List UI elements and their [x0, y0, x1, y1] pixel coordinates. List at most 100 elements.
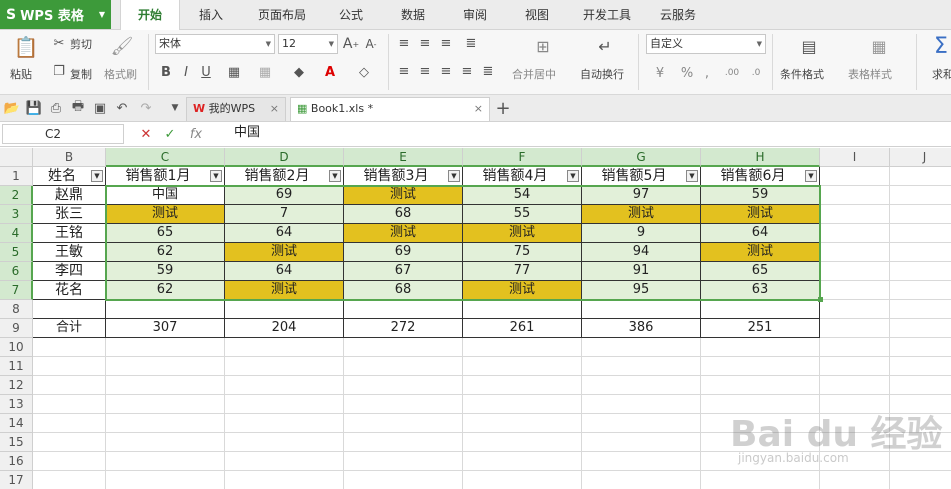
data-cell[interactable]: 59: [701, 186, 820, 205]
data-cell[interactable]: 91: [582, 262, 701, 281]
redo-icon[interactable]: ↷: [138, 100, 154, 116]
grid-cell[interactable]: [890, 243, 951, 262]
grid-cell[interactable]: [582, 433, 701, 452]
data-cell[interactable]: 7: [225, 205, 344, 224]
font-family-select[interactable]: 宋体 ▼: [155, 34, 275, 54]
sum-button[interactable]: 求和: [932, 66, 951, 82]
underline-icon[interactable]: U: [198, 62, 214, 82]
grid-cell[interactable]: [820, 338, 890, 357]
grid-cell[interactable]: [225, 376, 344, 395]
table-header-cell[interactable]: 销售额5月 ▼: [582, 167, 701, 186]
row-header-10[interactable]: 10: [0, 338, 33, 357]
row-header-7[interactable]: 7: [0, 281, 33, 300]
table-header-cell[interactable]: 销售额4月 ▼: [463, 167, 582, 186]
grid-cell[interactable]: [890, 338, 951, 357]
paste-button[interactable]: 粘贴: [10, 66, 32, 82]
fill-handle[interactable]: [818, 297, 823, 302]
total-cell[interactable]: 307: [106, 319, 225, 338]
grid-cell[interactable]: [106, 357, 225, 376]
row-header-12[interactable]: 12: [0, 376, 33, 395]
data-cell[interactable]: 测试: [582, 205, 701, 224]
grid-cell[interactable]: [463, 414, 582, 433]
grid-cell[interactable]: [890, 262, 951, 281]
tab-formula[interactable]: 公式: [328, 0, 374, 30]
name-cell[interactable]: 李四: [33, 262, 106, 281]
total-cell[interactable]: 204: [225, 319, 344, 338]
grid-cell[interactable]: [463, 338, 582, 357]
data-cell[interactable]: 测试: [344, 224, 463, 243]
blank-cell[interactable]: [225, 300, 344, 319]
paste-icon[interactable]: 📋: [12, 34, 40, 60]
name-cell[interactable]: 王铭: [33, 224, 106, 243]
total-label[interactable]: 合计: [33, 319, 106, 338]
tab-review[interactable]: 审阅: [452, 0, 498, 30]
cancel-icon[interactable]: ✕: [138, 126, 154, 142]
grid-cell[interactable]: [33, 338, 106, 357]
filter-dropdown-icon[interactable]: ▼: [329, 170, 341, 182]
name-cell[interactable]: 赵鼎: [33, 186, 106, 205]
tab-home[interactable]: 开始: [120, 0, 180, 31]
grid-cell[interactable]: [33, 433, 106, 452]
merge-center-button[interactable]: 合并居中: [512, 66, 556, 82]
grid-cell[interactable]: [890, 319, 951, 338]
row-header-4[interactable]: 4: [0, 224, 33, 243]
grid-cell[interactable]: [820, 471, 890, 489]
data-cell[interactable]: 97: [582, 186, 701, 205]
decrease-font-icon[interactable]: A-: [362, 34, 380, 54]
blank-cell[interactable]: [106, 300, 225, 319]
tab-view[interactable]: 视图: [514, 0, 560, 30]
table-style-button[interactable]: 表格样式: [848, 66, 892, 82]
percent-icon[interactable]: %: [678, 64, 696, 82]
row-header-11[interactable]: 11: [0, 357, 33, 376]
row-header-2[interactable]: 2: [0, 186, 33, 205]
select-all-corner[interactable]: [0, 148, 33, 167]
table-header-cell[interactable]: 销售额2月 ▼: [225, 167, 344, 186]
grid-cell[interactable]: [106, 414, 225, 433]
row-header-1[interactable]: 1: [0, 167, 33, 186]
column-header-c[interactable]: C: [106, 148, 225, 167]
close-icon[interactable]: ×: [270, 98, 279, 120]
cut-button[interactable]: 剪切: [70, 36, 92, 52]
grid-cell[interactable]: [106, 376, 225, 395]
export-icon[interactable]: ▣: [92, 100, 108, 116]
filter-dropdown-icon[interactable]: ▼: [805, 170, 817, 182]
name-box[interactable]: C2: [2, 124, 124, 144]
merge-border-icon[interactable]: ▦: [252, 62, 278, 82]
grid-cell[interactable]: [820, 300, 890, 319]
grid-cell[interactable]: [33, 376, 106, 395]
grid-cell[interactable]: [225, 395, 344, 414]
grid-cell[interactable]: [820, 167, 890, 186]
data-cell[interactable]: 75: [463, 243, 582, 262]
grid-cell[interactable]: [890, 300, 951, 319]
chevron-down-icon[interactable]: ▼: [168, 100, 182, 116]
grid-cell[interactable]: [582, 376, 701, 395]
italic-icon[interactable]: I: [178, 62, 194, 82]
save-icon[interactable]: 💾: [26, 100, 42, 116]
data-cell[interactable]: 68: [344, 205, 463, 224]
data-cell[interactable]: 67: [344, 262, 463, 281]
total-cell[interactable]: 261: [463, 319, 582, 338]
name-cell[interactable]: 王敏: [33, 243, 106, 262]
grid-cell[interactable]: [890, 224, 951, 243]
column-header-b[interactable]: B: [33, 148, 106, 167]
currency-icon[interactable]: ¥: [648, 64, 672, 82]
total-cell[interactable]: 251: [701, 319, 820, 338]
row-header-16[interactable]: 16: [0, 452, 33, 471]
bold-icon[interactable]: B: [158, 62, 174, 82]
filter-dropdown-icon[interactable]: ▼: [686, 170, 698, 182]
grid-cell[interactable]: [33, 414, 106, 433]
total-cell[interactable]: 272: [344, 319, 463, 338]
decrease-decimal-icon[interactable]: .0: [746, 64, 766, 82]
data-cell[interactable]: 77: [463, 262, 582, 281]
row-header-8[interactable]: 8: [0, 300, 33, 319]
total-cell[interactable]: 386: [582, 319, 701, 338]
grid-cell[interactable]: [820, 205, 890, 224]
font-color-icon[interactable]: A: [318, 62, 342, 82]
column-header-j[interactable]: J: [890, 148, 951, 167]
data-cell[interactable]: 68: [344, 281, 463, 300]
column-header-h[interactable]: H: [701, 148, 820, 167]
function-icon[interactable]: fx: [186, 126, 206, 142]
grid-cell[interactable]: [225, 471, 344, 489]
grid-cell[interactable]: [890, 376, 951, 395]
grid-cell[interactable]: [890, 281, 951, 300]
